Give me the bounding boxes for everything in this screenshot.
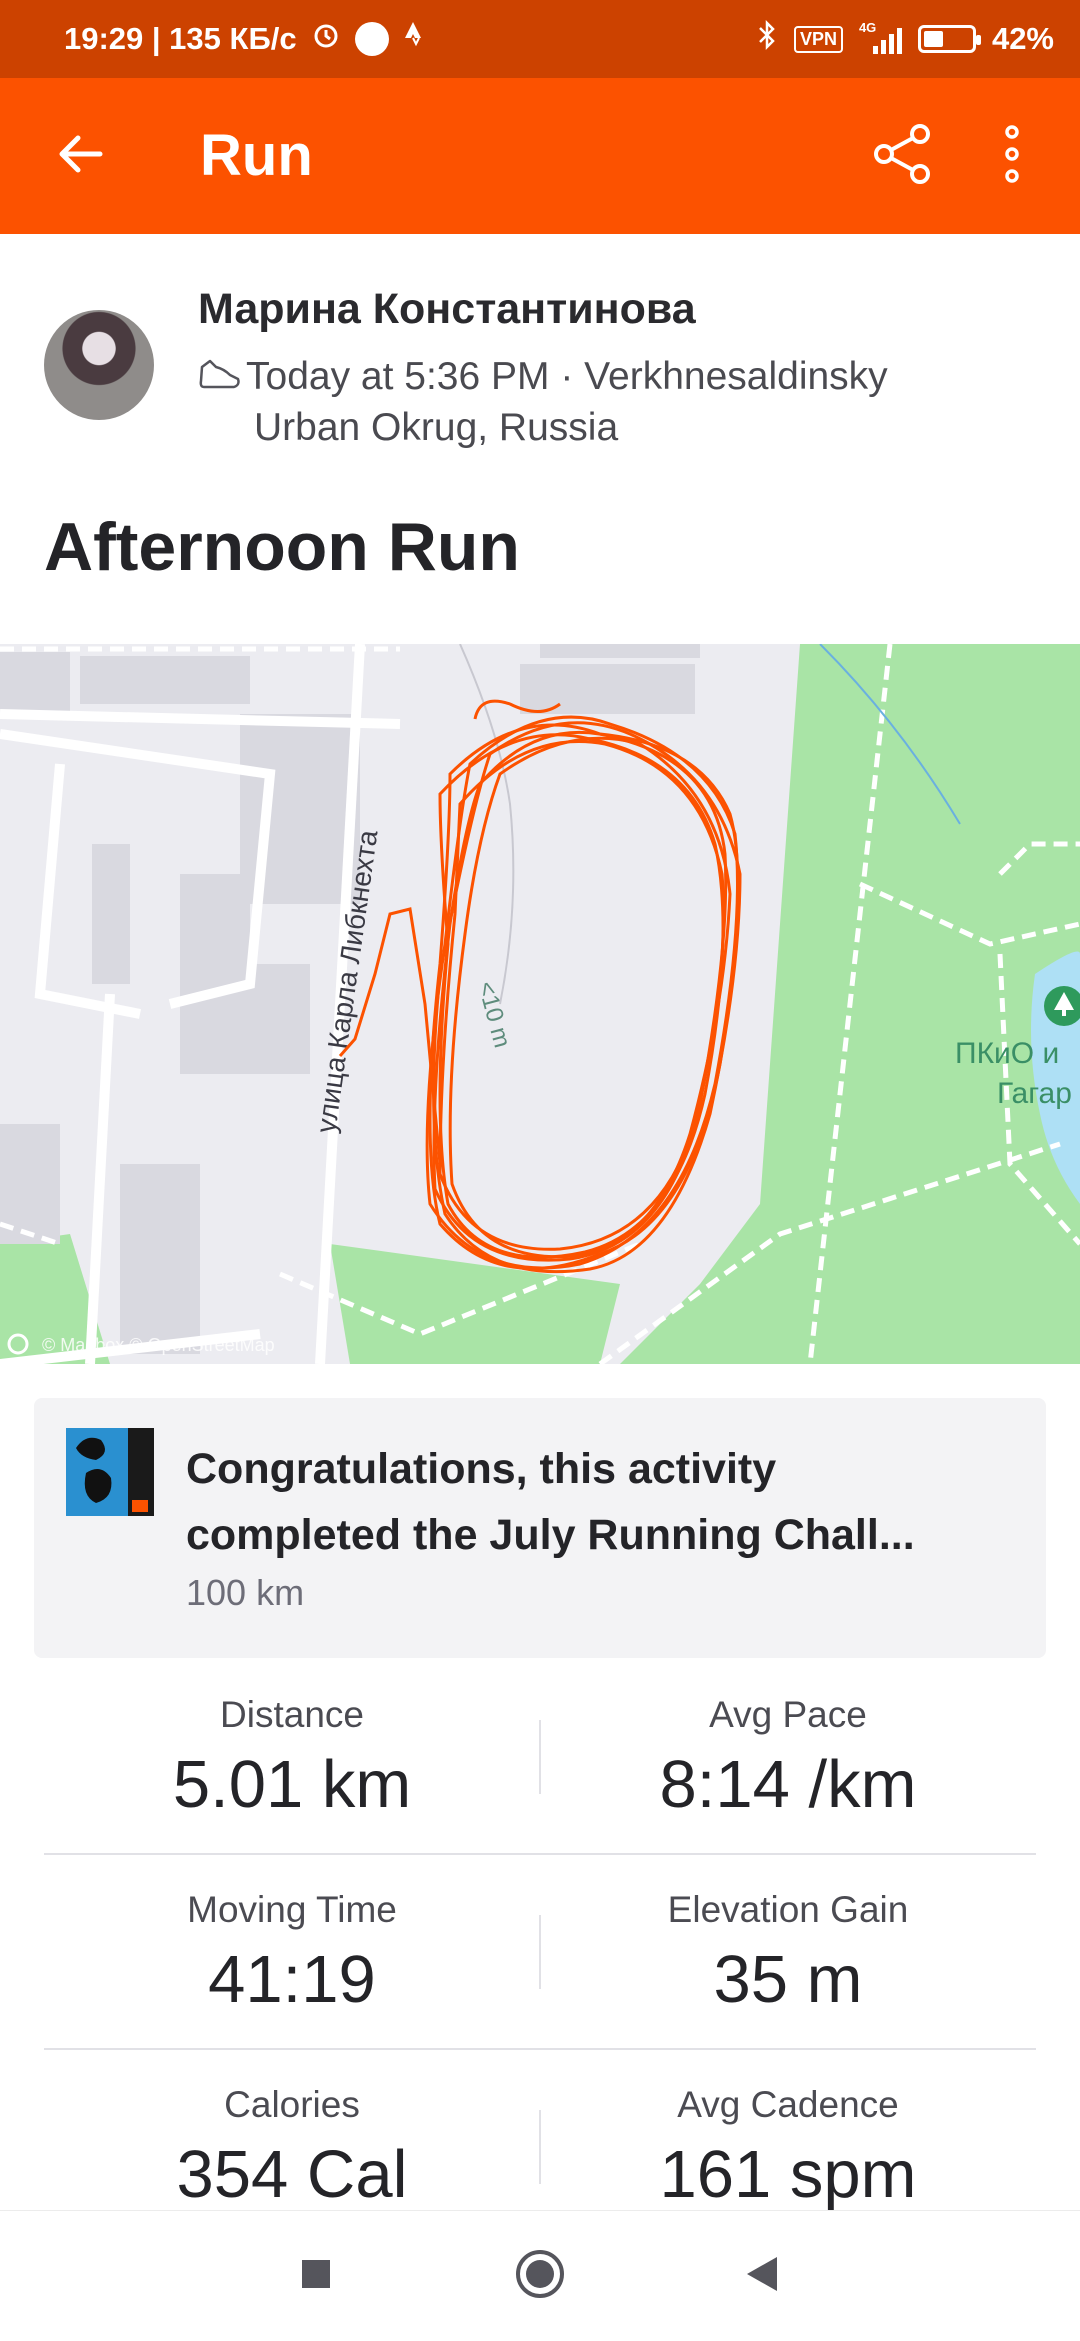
status-time-speed: 19:29 | 135 КБ/с: [64, 21, 297, 56]
back-arrow-icon: [56, 134, 104, 179]
stat-avg-cadence: Avg Cadence 161 spm: [540, 2050, 1036, 2213]
back-button[interactable]: [40, 116, 120, 196]
stat-label: Moving Time: [187, 1889, 397, 1930]
back-triangle-icon: [745, 2255, 779, 2298]
system-nav-bar: [0, 2210, 1080, 2341]
challenge-badge-icon: [66, 1428, 154, 1516]
more-options-button[interactable]: [982, 116, 1042, 196]
stat-value: 354 Cal: [176, 2137, 408, 2212]
battery-icon: [917, 25, 981, 53]
stat-avg-pace: Avg Pace 8:14 /km: [540, 1660, 1036, 1823]
athlete-avatar[interactable]: [44, 310, 154, 420]
athlete-name[interactable]: Марина Константинова: [198, 285, 696, 334]
stats-grid: Distance 5.01 km Avg Pace 8:14 /km Movin…: [44, 1660, 1036, 2243]
alarm-icon: [311, 20, 341, 58]
park-label-line1: ПКиО и: [955, 1037, 1060, 1070]
system-back-button[interactable]: [722, 2241, 802, 2311]
stat-calories: Calories 354 Cal: [44, 2050, 540, 2213]
stat-label: Calories: [224, 2084, 360, 2125]
stats-row: Distance 5.01 km Avg Pace 8:14 /km: [44, 1660, 1036, 1855]
park-label: ПКиО и Гагар: [955, 1034, 1072, 1114]
activity-time-location-line1: Today at 5:36 PM · Verkhnesaldinsky: [246, 355, 888, 398]
challenge-title-line2: completed the July Running Chall...: [186, 1511, 915, 1559]
share-button[interactable]: [862, 116, 942, 196]
activity-time-location-line2: Urban Okrug, Russia: [254, 406, 619, 450]
home-button[interactable]: [500, 2241, 580, 2311]
activity-meta: Today at 5:36 PM · Verkhnesaldinsky Urba…: [198, 352, 1018, 452]
strava-notification-icon: [403, 20, 429, 58]
status-left: 19:29 | 135 КБ/с: [64, 0, 429, 78]
battery-fill: [923, 31, 943, 47]
stats-row: Moving Time 41:19 Elevation Gain 35 m: [44, 1855, 1036, 2050]
stat-value: 5.01 km: [172, 1747, 412, 1822]
app-bar: Run: [0, 78, 1080, 234]
challenge-subtitle: 100 km: [186, 1572, 305, 1613]
network-type: 4G: [858, 20, 877, 35]
notification-dot-icon: [354, 22, 389, 56]
stat-value: 161 spm: [659, 2137, 917, 2212]
route-map[interactable]: улица Карла Либкнехта <10 m © Mapbox © O…: [0, 644, 1080, 1364]
vpn-badge: VPN: [793, 25, 843, 53]
stat-elevation-gain: Elevation Gain 35 m: [540, 1855, 1036, 2018]
stat-label: Avg Cadence: [677, 2084, 899, 2125]
bluetooth-icon: [756, 19, 778, 59]
status-right: VPN 4G 42%: [756, 0, 1054, 78]
challenge-title-line1: Congratulations, this activity: [186, 1445, 777, 1493]
stat-moving-time: Moving Time 41:19: [44, 1855, 540, 2018]
more-vertical-icon: [1002, 124, 1022, 189]
recents-square-icon: [300, 2258, 332, 2295]
challenge-title: Congratulations, this activity completed…: [186, 1436, 1016, 1568]
page-title: Run: [200, 123, 313, 188]
map-canvas: улица Карла Либкнехта <10 m: [0, 644, 1080, 1364]
stat-value: 35 m: [713, 1942, 863, 2017]
recents-button[interactable]: [276, 2241, 356, 2311]
challenge-card[interactable]: Congratulations, this activity completed…: [34, 1398, 1046, 1658]
status-bar: 19:29 | 135 КБ/с VPN 4G 42%: [0, 0, 1080, 78]
stat-value: 41:19: [208, 1942, 376, 2017]
battery-percent: 42%: [991, 21, 1054, 56]
share-icon: [870, 122, 934, 191]
park-label-line2: Гагар: [997, 1077, 1072, 1110]
stat-label: Avg Pace: [709, 1694, 867, 1735]
signal-icon: 4G: [859, 20, 902, 54]
shoe-icon: [198, 354, 246, 403]
stat-label: Distance: [220, 1694, 364, 1735]
stat-distance: Distance 5.01 km: [44, 1660, 540, 1823]
activity-title: Afternoon Run: [44, 509, 520, 585]
home-circle-icon: [514, 2248, 566, 2305]
map-attribution[interactable]: © Mapbox © OpenStreetMap: [42, 1335, 275, 1356]
stat-value: 8:14 /km: [659, 1747, 917, 1822]
stat-label: Elevation Gain: [667, 1889, 909, 1930]
